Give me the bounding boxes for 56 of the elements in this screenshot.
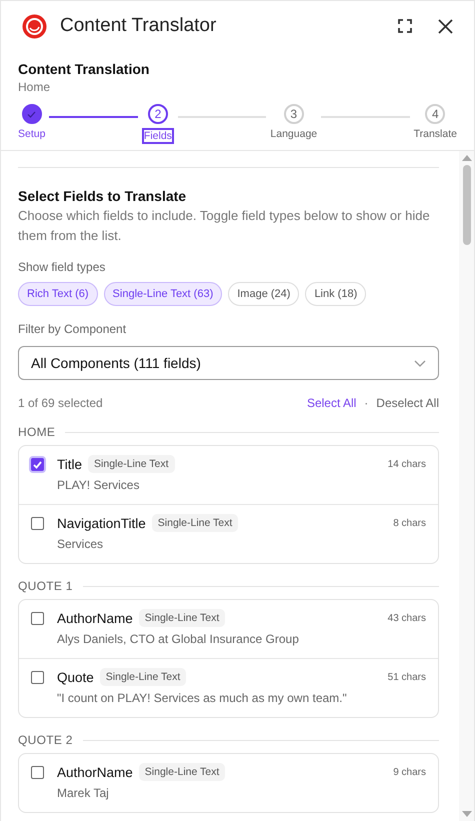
scrollbar[interactable] bbox=[459, 151, 474, 821]
filter-label: Filter by Component bbox=[18, 322, 128, 336]
step-label: Setup bbox=[18, 128, 46, 140]
field-name: NavigationTitle bbox=[57, 516, 146, 530]
field-type-badge: Single-Line Text bbox=[152, 514, 238, 532]
checkbox[interactable] bbox=[31, 458, 44, 471]
char-count: 43 chars bbox=[388, 612, 426, 624]
page-title: Content Translation bbox=[18, 61, 150, 77]
field-type-chip[interactable]: Link (18) bbox=[305, 282, 366, 306]
checkbox[interactable] bbox=[31, 517, 44, 530]
window-title: Content Translator bbox=[60, 15, 218, 37]
field-name: AuthorName bbox=[57, 610, 133, 626]
field-value: Marek Taj bbox=[57, 786, 110, 800]
checkbox[interactable] bbox=[31, 612, 44, 625]
selection-count: 1 of 69 selected bbox=[18, 396, 103, 410]
field-value: Services bbox=[57, 537, 104, 551]
char-count: 14 chars bbox=[388, 458, 426, 470]
deselect-all-link[interactable]: Deselect All bbox=[376, 396, 439, 410]
group-heading: QUOTE 2 bbox=[18, 733, 73, 747]
field-type-badge: Single-Line Text bbox=[138, 609, 226, 627]
step-label: Translate bbox=[414, 128, 457, 140]
char-count: 8 chars bbox=[393, 518, 426, 528]
char-count: 51 chars bbox=[388, 672, 426, 682]
field-value: PLAY! Services bbox=[57, 478, 140, 492]
step-circle[interactable]: 4 bbox=[425, 104, 446, 124]
step-circle[interactable] bbox=[22, 104, 42, 124]
page-subtitle: Home bbox=[18, 80, 52, 94]
field-type-chip[interactable]: Image (24) bbox=[228, 282, 300, 306]
field-type-badge: Single-Line Text bbox=[88, 455, 175, 473]
step-circle[interactable]: 2 bbox=[148, 104, 168, 124]
field-name: AuthorName bbox=[57, 764, 133, 780]
field-types-label: Show field types bbox=[18, 260, 106, 274]
field-value: "I count on PLAY! Services as much as my own team." bbox=[57, 691, 348, 705]
step-label: Language bbox=[270, 128, 318, 140]
section-description: Choose which fields to include. Toggle field types below to show or hide them from the list. bbox=[18, 207, 431, 245]
field-type-chip[interactable]: Rich Text (6) bbox=[18, 282, 98, 306]
field-name: Quote bbox=[57, 670, 94, 684]
section-title: Select Fields to Translate bbox=[18, 188, 188, 204]
field-type-chip[interactable]: Single-Line Text (63) bbox=[104, 282, 222, 306]
field-value: Alys Daniels, CTO at Global Insurance Group bbox=[57, 632, 300, 646]
logo-icon bbox=[21, 12, 48, 40]
group-heading: HOME bbox=[18, 425, 56, 439]
chevron-down-icon bbox=[414, 360, 426, 366]
step-label: Fields bbox=[142, 128, 174, 144]
group-heading: QUOTE 1 bbox=[18, 579, 73, 593]
field-name: Title bbox=[57, 456, 82, 472]
field-type-badge: Single-Line Text bbox=[100, 668, 186, 686]
field-type-badge: Single-Line Text bbox=[138, 763, 226, 781]
check-icon bbox=[27, 110, 36, 118]
separator: · bbox=[364, 396, 368, 410]
checkbox[interactable] bbox=[31, 766, 44, 779]
checkbox[interactable] bbox=[31, 671, 44, 684]
char-count: 9 chars bbox=[393, 766, 426, 778]
step-circle[interactable]: 3 bbox=[284, 104, 304, 124]
component-dropdown[interactable]: All Components (111 fields) bbox=[18, 346, 439, 380]
select-all-link[interactable]: Select All bbox=[306, 396, 356, 410]
